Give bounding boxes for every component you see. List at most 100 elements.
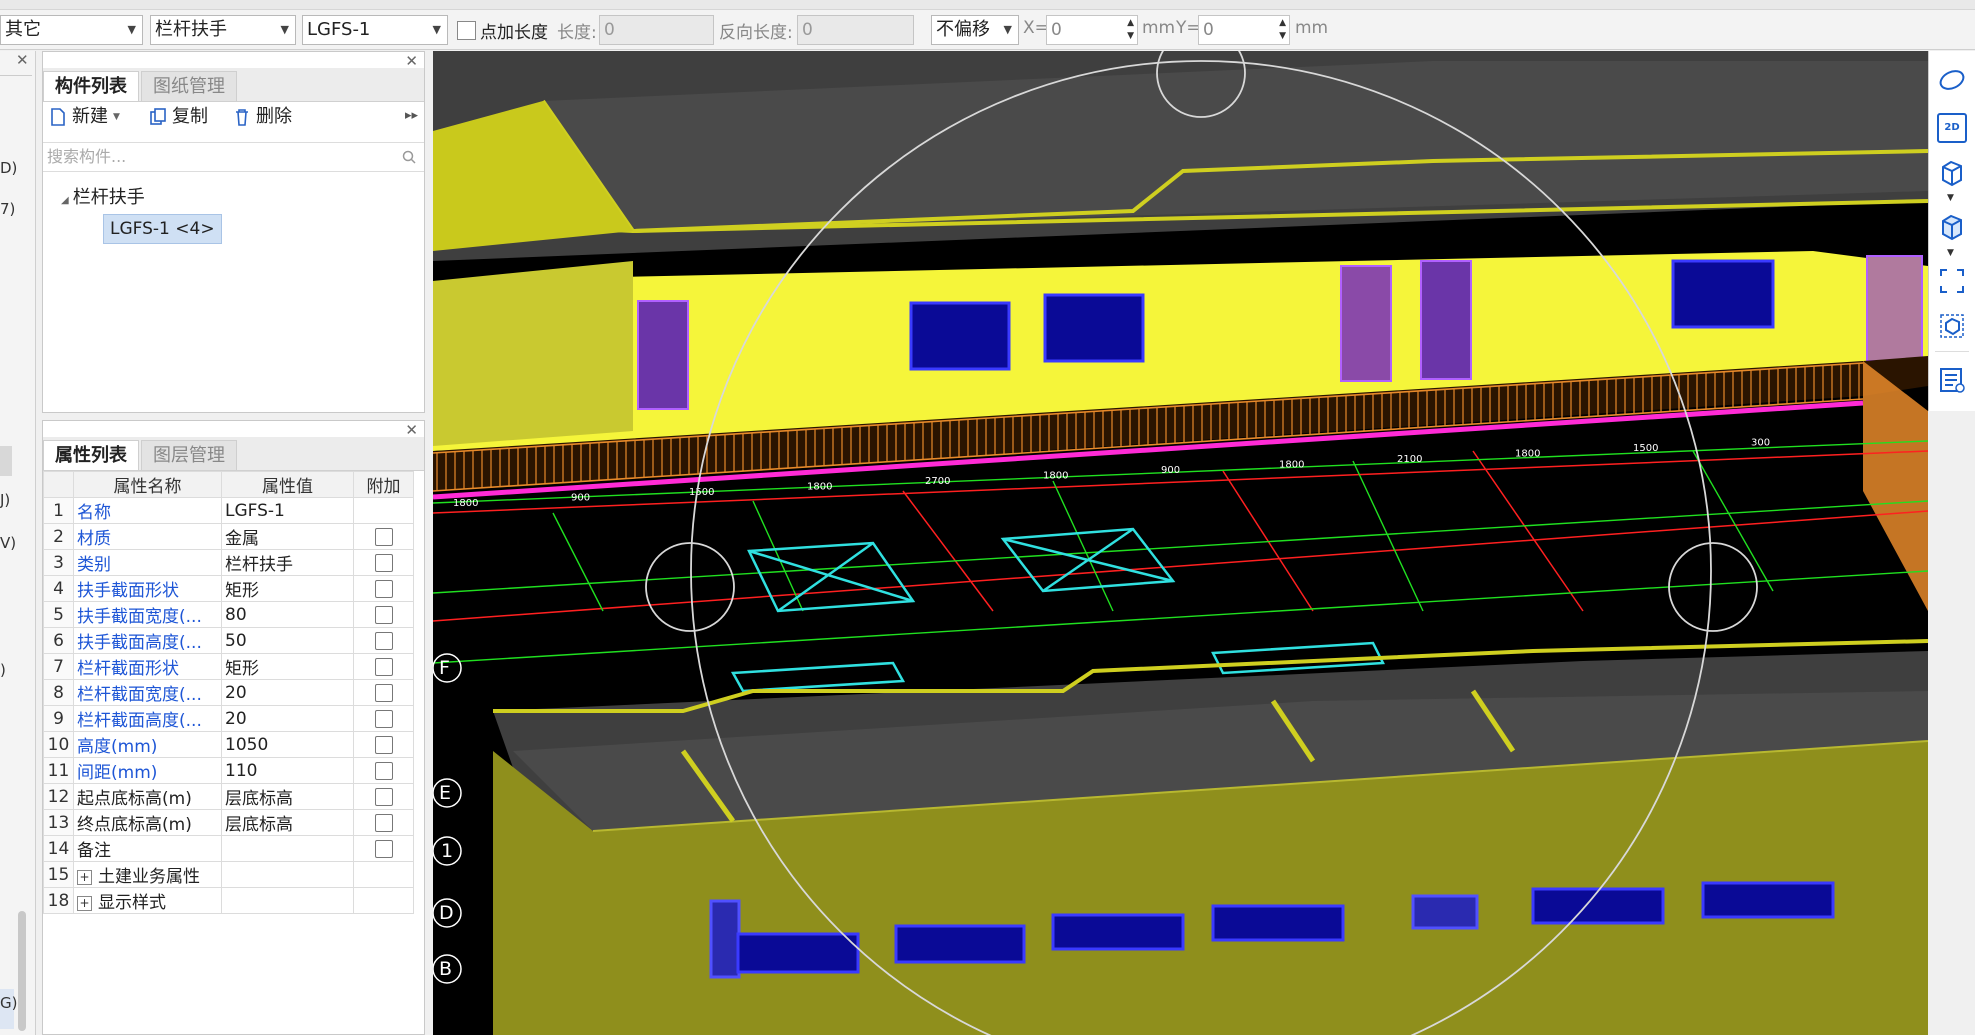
y-offset-input[interactable]: 0 ▲ ▼ (1198, 15, 1290, 45)
extra-checkbox[interactable] (374, 631, 393, 650)
close-icon[interactable]: ✕ (16, 51, 29, 69)
table-row[interactable]: 5 扶手截面宽度(... 80 (43, 601, 414, 628)
type-combo[interactable]: 栏杆扶手 ▼ (150, 15, 296, 45)
window (736, 932, 860, 974)
extra-checkbox[interactable] (374, 735, 393, 754)
property-value[interactable]: 80 (221, 601, 354, 628)
tab-component-list[interactable]: 构件列表 (43, 71, 139, 101)
table-row[interactable]: 4 扶手截面形状 矩形 (43, 575, 414, 602)
view-3d-icon[interactable] (1937, 157, 1967, 187)
tree-root-item[interactable]: ◢ 栏杆扶手 (61, 183, 145, 209)
row-index: 13 (43, 809, 74, 836)
add-length-checkbox[interactable] (457, 21, 476, 40)
length-label: 长度: (557, 23, 597, 43)
layer-list-icon[interactable] (1937, 365, 1967, 395)
scrollbar-thumb[interactable] (18, 911, 26, 1031)
extra-checkbox[interactable] (374, 579, 393, 598)
property-name: 栏杆截面宽度(... (73, 679, 222, 706)
property-value[interactable]: 金属 (221, 523, 354, 550)
extra-checkbox[interactable] (374, 657, 393, 676)
length-input[interactable]: 0 (599, 15, 714, 45)
expand-icon[interactable]: + (77, 895, 92, 911)
chevron-down-icon[interactable]: ▼ (1947, 193, 1954, 203)
table-row[interactable]: 7 栏杆截面形状 矩形 (43, 653, 414, 680)
tab-label: 构件列表 (55, 76, 127, 97)
table-row[interactable]: 2 材质 金属 (43, 523, 414, 550)
table-row[interactable]: 11 间距(mm) 110 (43, 757, 414, 784)
door (1866, 255, 1923, 362)
tree-item-lgfs1[interactable]: LGFS-1 <4> (103, 214, 222, 244)
table-row[interactable]: 10 高度(mm) 1050 (43, 731, 414, 758)
extra-checkbox[interactable] (374, 813, 393, 832)
chevron-down-icon: ▼ (432, 23, 441, 36)
reverse-length-label: 反向长度: (719, 23, 793, 43)
axis-label-f: F (439, 657, 450, 679)
length-value: 0 (604, 20, 615, 40)
spinner-arrows-icon[interactable]: ▲ ▼ (1279, 17, 1286, 43)
x-offset-input[interactable]: 0 ▲ ▼ (1046, 15, 1138, 45)
property-value[interactable]: 层底标高 (221, 783, 354, 810)
reverse-length-input[interactable]: 0 (797, 15, 914, 45)
table-row[interactable]: 9 栏杆截面高度(... 20 (43, 705, 414, 732)
property-extra (353, 627, 414, 654)
cube-icon[interactable] (1937, 211, 1967, 241)
property-value[interactable]: 层底标高 (221, 809, 354, 836)
chevron-down-icon[interactable]: ▼ (1947, 248, 1954, 258)
tab-property-list[interactable]: 属性列表 (43, 440, 139, 470)
component-combo[interactable]: LGFS-1 ▼ (302, 15, 448, 45)
row-index: 3 (43, 549, 74, 576)
expand-icon[interactable]: + (77, 869, 92, 885)
extra-checkbox[interactable] (374, 787, 393, 806)
axis-label-b: B (439, 958, 452, 980)
extra-checkbox[interactable] (374, 839, 393, 858)
property-value[interactable]: LGFS-1 (221, 497, 354, 524)
copy-button[interactable]: 复制 (149, 102, 208, 132)
extra-checkbox[interactable] (374, 683, 393, 702)
property-value[interactable]: 1050 (221, 731, 354, 758)
view-2d-icon[interactable]: 2D (1937, 113, 1967, 143)
extra-checkbox[interactable] (374, 709, 393, 728)
property-value[interactable]: 50 (221, 627, 354, 654)
extra-checkbox[interactable] (374, 761, 393, 780)
tab-drawing-management[interactable]: 图纸管理 (141, 71, 237, 101)
spinner-arrows-icon[interactable]: ▲ ▼ (1127, 17, 1134, 43)
table-row[interactable]: 13 终点底标高(m) 层底标高 (43, 809, 414, 836)
search-icon[interactable] (402, 150, 416, 164)
table-row[interactable]: 3 类别 栏杆扶手 (43, 549, 414, 576)
table-row[interactable]: 1 名称 LGFS-1 (43, 497, 414, 524)
table-row[interactable]: 14 备注 (43, 835, 414, 862)
property-value[interactable] (221, 835, 354, 862)
table-row[interactable]: 15 + 土建业务属性 (43, 861, 414, 888)
3d-model-canvas[interactable]: F E 1 D B 1800 900 1500 1800 2700 1800 900 1800… (433, 51, 1928, 1035)
property-value[interactable]: 110 (221, 757, 354, 784)
category-combo[interactable]: 其它 ▼ (0, 15, 143, 45)
table-row[interactable]: 12 起点底标高(m) 层底标高 (43, 783, 414, 810)
property-value[interactable]: 矩形 (221, 575, 354, 602)
fit-view-icon[interactable] (1937, 266, 1967, 296)
window (894, 924, 1026, 964)
property-value[interactable]: 矩形 (221, 653, 354, 680)
tree-root-label: 栏杆扶手 (72, 187, 145, 208)
search-component-input[interactable]: 搜索构件... (43, 142, 424, 172)
table-row[interactable]: 6 扶手截面高度(... 50 (43, 627, 414, 654)
tab-layer-management[interactable]: 图层管理 (141, 440, 237, 470)
table-row[interactable]: 18 + 显示样式 (43, 887, 414, 914)
window (1211, 904, 1345, 942)
more-icon[interactable]: ▸▸ (405, 108, 418, 123)
extra-checkbox[interactable] (374, 605, 393, 624)
extra-checkbox[interactable] (374, 553, 393, 572)
box-select-icon[interactable] (1937, 311, 1967, 341)
property-value[interactable]: 20 (221, 679, 354, 706)
table-row[interactable]: 8 栏杆截面宽度(... 20 (43, 679, 414, 706)
3d-viewport[interactable]: F E 1 D B 1800 900 1500 1800 2700 1800 900 1800… (433, 51, 1928, 1035)
new-button[interactable]: 新建 ▼ (49, 102, 120, 132)
tree-expand-icon[interactable]: ◢ (61, 195, 69, 206)
property-value[interactable] (221, 887, 354, 914)
property-value[interactable] (221, 861, 354, 888)
property-value[interactable]: 20 (221, 705, 354, 732)
offset-mode-combo[interactable]: 不偏移 ▼ (931, 15, 1019, 45)
delete-button[interactable]: 删除 (233, 102, 292, 132)
property-value[interactable]: 栏杆扶手 (221, 549, 354, 576)
orbit-icon[interactable] (1937, 65, 1967, 95)
extra-checkbox[interactable] (374, 527, 393, 546)
